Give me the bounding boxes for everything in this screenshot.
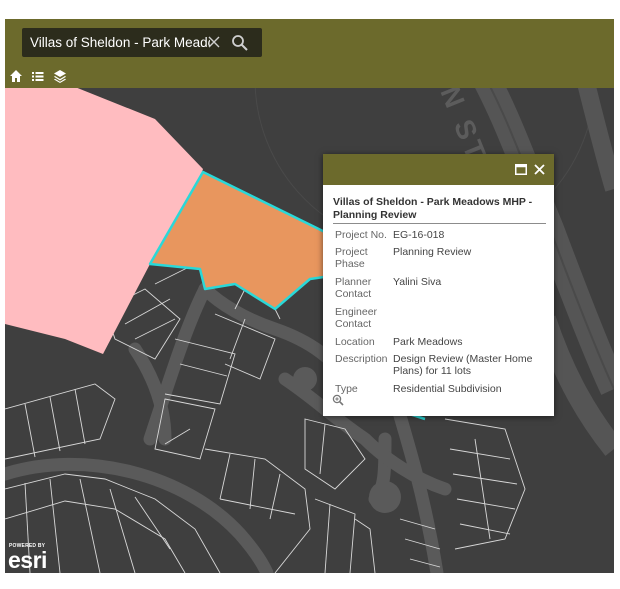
field-label: Location: [335, 336, 375, 348]
home-icon[interactable]: [9, 69, 23, 83]
search-box: [22, 28, 262, 57]
popup-header: [323, 154, 554, 185]
layers-icon[interactable]: [53, 69, 67, 83]
close-icon[interactable]: [534, 164, 545, 175]
popup-title: Villas of Sheldon - Park Meadows MHP - P…: [333, 196, 533, 221]
field-label: Planner Contact: [335, 276, 372, 300]
clear-icon[interactable]: [206, 34, 222, 50]
field-label: Description: [335, 353, 388, 365]
popup-divider: [333, 223, 546, 224]
field-label: Project No.: [335, 229, 387, 241]
map-view[interactable]: N STATE POWERED BY e: [5, 19, 614, 573]
field-value: Park Meadows: [393, 336, 463, 348]
list-icon[interactable]: [31, 69, 45, 83]
field-value: Planning Review: [393, 246, 472, 258]
esri-brand: esri: [8, 547, 47, 573]
header-bar: [5, 19, 614, 88]
field-value: Yalini Siva: [393, 276, 442, 288]
search-icon[interactable]: [231, 34, 249, 52]
field-label: Engineer Contact: [335, 306, 378, 330]
zoom-to-icon[interactable]: [332, 394, 344, 406]
esri-logo: POWERED BY esri: [8, 543, 68, 573]
field-value: Residential Subdivision: [393, 383, 502, 395]
field-label: Project Phase: [335, 246, 368, 270]
field-value: Design Review (Master Home Plans) for 11…: [393, 353, 533, 377]
feature-popup: Villas of Sheldon - Park Meadows MHP - P…: [323, 154, 554, 416]
field-value: EG-16-018: [393, 229, 445, 241]
maximize-icon[interactable]: [515, 164, 527, 175]
search-input[interactable]: [30, 28, 210, 57]
